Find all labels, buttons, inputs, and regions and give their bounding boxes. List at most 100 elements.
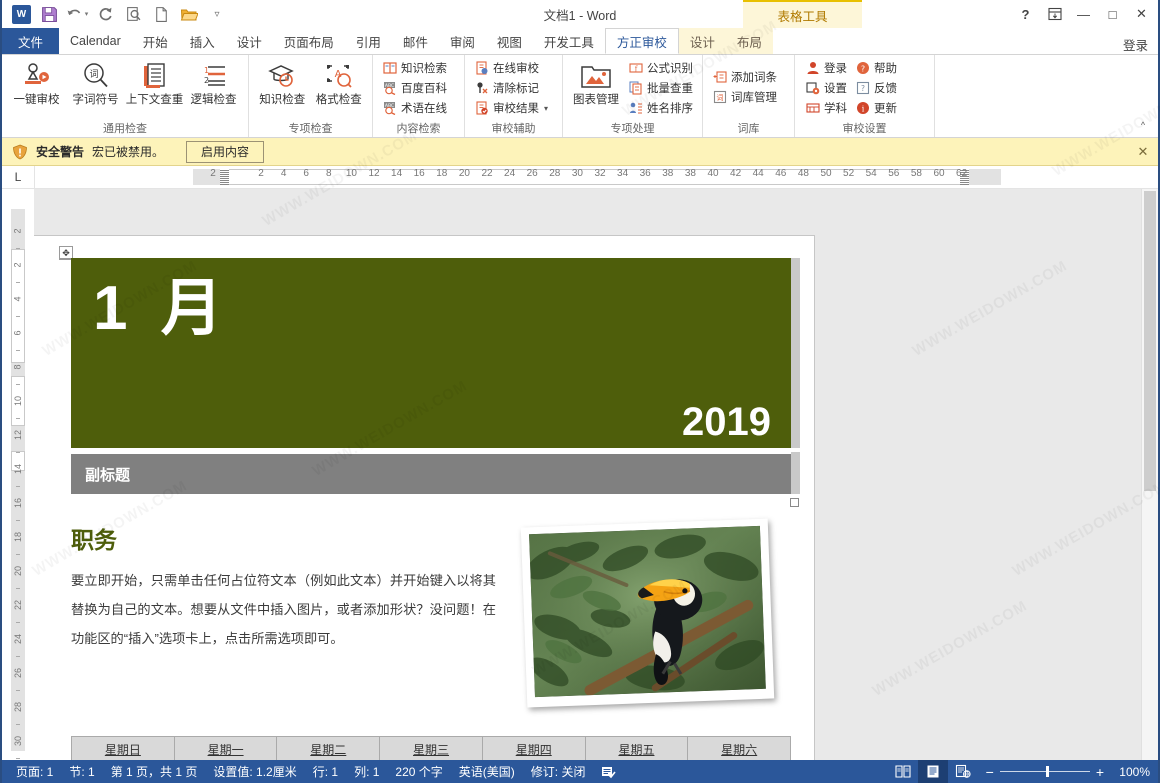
button-context-duplicate[interactable]: 上下文查重: [125, 57, 184, 119]
close-security-warning-icon[interactable]: ✕: [1128, 138, 1158, 166]
calendar-weekday-cell[interactable]: 星期二: [276, 736, 380, 760]
zoom-out-button[interactable]: −: [986, 764, 994, 780]
button-login[interactable]: 登录: [801, 58, 851, 78]
status-section[interactable]: 节: 1: [61, 760, 102, 783]
calendar-weekday-cell[interactable]: 星期三: [379, 736, 482, 760]
tab-fangzheng-review[interactable]: 方正审校: [604, 28, 679, 54]
tab-page-layout[interactable]: 页面布局: [273, 28, 345, 54]
status-word-count[interactable]: 220 个字: [387, 760, 450, 783]
print-layout-view-button[interactable]: [917, 760, 948, 783]
status-setting-value[interactable]: 设置值: 1.2厘米: [205, 760, 304, 783]
read-mode-view-button[interactable]: [888, 760, 918, 783]
button-help[interactable]: ? 帮助: [851, 58, 901, 78]
tab-view[interactable]: 视图: [486, 28, 533, 54]
button-word-symbol[interactable]: 词 字词符号: [66, 57, 125, 119]
status-page-count[interactable]: 第 1 页，共 1 页: [103, 760, 206, 783]
status-column[interactable]: 列: 1: [346, 760, 387, 783]
month-title[interactable]: 1 月: [93, 278, 231, 340]
calendar-weekday-cell[interactable]: 星期六: [687, 736, 792, 760]
month-banner[interactable]: 1 月 2019: [71, 258, 791, 448]
calendar-weekday-cell[interactable]: 星期日: [71, 736, 174, 760]
button-batch-duplicate[interactable]: 批量查重: [624, 78, 697, 98]
scrollbar-thumb[interactable]: [1144, 191, 1156, 491]
vertical-scrollbar[interactable]: [1141, 189, 1158, 760]
undo-icon[interactable]: ▾: [64, 2, 90, 26]
button-feedback[interactable]: ? 反馈: [851, 78, 901, 98]
button-term-online[interactable]: ABC 术语在线: [378, 98, 451, 118]
zoom-in-button[interactable]: +: [1096, 764, 1104, 780]
tab-table-design[interactable]: 设计: [678, 28, 726, 54]
save-icon[interactable]: [36, 2, 62, 26]
button-formula-recognize[interactable]: ƒ 公式识别: [624, 58, 697, 78]
status-language[interactable]: 英语(美国): [451, 760, 523, 783]
status-line[interactable]: 行: 1: [305, 760, 346, 783]
maximize-button[interactable]: □: [1098, 0, 1127, 28]
button-baidu-baike[interactable]: ABC 百度百科: [378, 78, 451, 98]
button-name-sort[interactable]: 姓名排序: [624, 98, 697, 118]
status-page[interactable]: 页面: 1: [8, 760, 61, 783]
table-resize-handle[interactable]: [790, 498, 799, 507]
button-update[interactable]: i 更新: [851, 98, 901, 118]
status-track-changes[interactable]: 修订: 关闭: [523, 760, 594, 783]
tab-insert[interactable]: 插入: [179, 28, 226, 54]
document-page[interactable]: ✥ 1 月 2019 副标题 职务 要立即开始，只需单击任何占位符文本（例如此文…: [34, 236, 814, 760]
tab-references[interactable]: 引用: [345, 28, 392, 54]
close-button[interactable]: ✕: [1127, 0, 1156, 28]
ribbon-display-options-icon[interactable]: [1040, 0, 1069, 28]
calendar-weekday-cell[interactable]: 星期四: [481, 736, 585, 760]
proofing-status-icon[interactable]: [593, 760, 624, 783]
ruler-tick: 2: [258, 168, 264, 179]
button-settings[interactable]: 设置: [801, 78, 851, 98]
tab-calendar[interactable]: Calendar: [59, 28, 132, 54]
enable-content-button[interactable]: 启用内容: [186, 140, 265, 163]
print-preview-icon[interactable]: [120, 2, 146, 26]
button-lexicon-manage[interactable]: 词 词库管理: [708, 87, 781, 107]
open-folder-icon[interactable]: [176, 2, 202, 26]
minimize-button[interactable]: —: [1069, 0, 1098, 28]
help-icon[interactable]: ?: [1011, 0, 1040, 28]
calendar-weekday-cell[interactable]: 星期五: [584, 736, 688, 760]
horizontal-ruler[interactable]: 2 2 4 6 8 10 12 14 16 18 20 22 24 26 28 30 32 34 36 38 38 40 4…: [35, 166, 1158, 188]
tab-file[interactable]: 文件: [2, 28, 60, 54]
button-add-entry[interactable]: 添加词条: [708, 67, 781, 87]
tab-mailings[interactable]: 邮件: [392, 28, 439, 54]
ruler-tick: 50: [820, 168, 832, 179]
button-knowledge-search[interactable]: 知识检索: [378, 58, 451, 78]
subtitle-banner[interactable]: 副标题: [71, 454, 791, 494]
button-review-result[interactable]: 审校结果 ▾: [470, 98, 552, 118]
button-logic-check[interactable]: 12 逻辑检查: [184, 57, 243, 119]
button-online-review[interactable]: 在线审校: [470, 58, 552, 78]
button-one-click-review[interactable]: 一键审校: [7, 57, 66, 119]
section-heading[interactable]: 职务: [71, 521, 117, 555]
tab-home[interactable]: 开始: [132, 28, 179, 54]
document-canvas[interactable]: ✥ 1 月 2019 副标题 职务 要立即开始，只需单击任何占位符文本（例如此文…: [34, 189, 1141, 760]
collapse-ribbon-button[interactable]: ^: [1134, 117, 1152, 133]
indent-marker-left[interactable]: [220, 169, 229, 185]
calendar-header-row[interactable]: 星期日 星期一 星期二 星期三 星期四 星期五 星期六: [71, 736, 792, 760]
button-clear-marks[interactable]: 清除标记: [470, 78, 552, 98]
body-paragraph[interactable]: 要立即开始，只需单击任何占位符文本（例如此文本）并开始键入以将其替换为自己的文本…: [71, 566, 496, 653]
vertical-ruler[interactable]: 2 2 4 6 8 10 12 14 16 18 20 22 24 26 28 30: [2, 189, 34, 760]
toucan-photo[interactable]: [520, 518, 775, 708]
button-chart-manager[interactable]: 图表管理: [568, 57, 624, 119]
button-format-check[interactable]: A 格式检查: [311, 57, 368, 119]
tab-review[interactable]: 审阅: [439, 28, 486, 54]
zoom-slider-knob[interactable]: [1045, 766, 1049, 777]
zoom-level-label[interactable]: 100%: [1112, 765, 1150, 779]
button-knowledge-check[interactable]: 知识检查: [254, 57, 311, 119]
tab-stop-selector[interactable]: L: [2, 166, 35, 188]
tab-developer[interactable]: 开发工具: [533, 28, 605, 54]
tab-design[interactable]: 设计: [226, 28, 273, 54]
button-subject[interactable]: 学科: [801, 98, 851, 118]
redo-icon[interactable]: [92, 2, 118, 26]
calendar-weekday-cell[interactable]: 星期一: [173, 736, 277, 760]
chevron-down-icon[interactable]: ▾: [544, 104, 548, 113]
new-document-icon[interactable]: [148, 2, 174, 26]
sign-in-link[interactable]: 登录: [1123, 35, 1158, 54]
web-layout-view-button[interactable]: [948, 760, 978, 783]
zoom-slider[interactable]: [999, 766, 1090, 777]
year-text[interactable]: 2019: [682, 400, 771, 444]
subtitle-text[interactable]: 副标题: [85, 464, 130, 485]
tab-table-layout[interactable]: 布局: [725, 28, 773, 54]
customize-qat-icon[interactable]: ▿: [204, 2, 230, 26]
